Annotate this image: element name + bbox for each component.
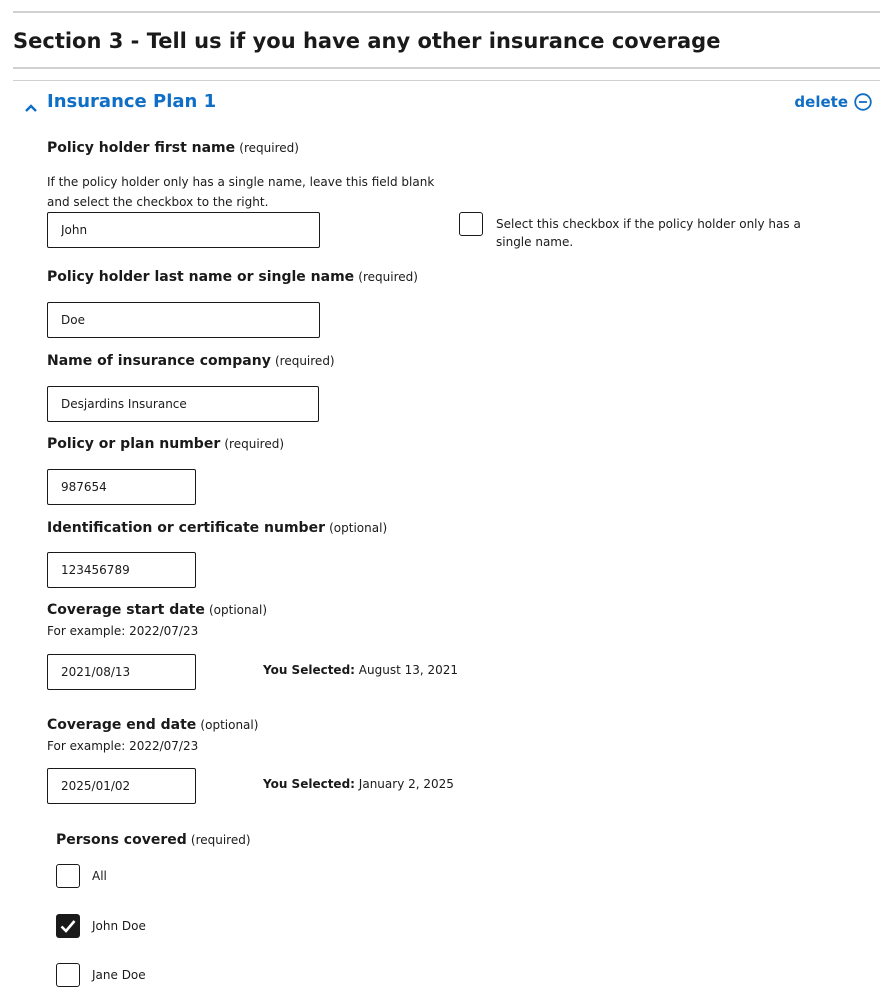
policy-number-label: Policy or plan number (required): [47, 436, 285, 452]
plan-accordion-header: Insurance Plan 1 delete: [13, 88, 880, 118]
top-divider: [13, 11, 880, 13]
person-label-john-doe: John Doe: [92, 919, 146, 933]
checkmark-icon: [60, 920, 76, 933]
delete-label: delete: [794, 93, 848, 111]
first-name-help: If the policy holder only has a single n…: [47, 175, 435, 209]
section-title: Section 3 - Tell us if you have any othe…: [13, 29, 721, 53]
persons-covered-label: Persons covered (required): [56, 832, 251, 848]
plan-divider: [13, 80, 880, 81]
first-name-field[interactable]: [47, 212, 320, 248]
last-name-field[interactable]: [47, 302, 320, 338]
start-date-example: For example: 2022/07/23: [47, 624, 199, 638]
end-date-example: For example: 2022/07/23: [47, 739, 199, 753]
single-name-checkbox-label: Select this checkbox if the policy holde…: [496, 217, 801, 249]
delete-plan-button[interactable]: delete: [794, 93, 872, 111]
certificate-number-field[interactable]: [47, 552, 196, 588]
plan-title[interactable]: Insurance Plan 1: [47, 91, 216, 112]
first-name-label: Policy holder first name (required): [47, 140, 299, 156]
end-date-selected: You Selected: January 2, 2025: [263, 777, 454, 791]
person-label-all: All: [92, 869, 107, 883]
start-date-field[interactable]: [47, 654, 196, 690]
end-date-label: Coverage end date (optional): [47, 717, 259, 733]
person-checkbox-jane-doe[interactable]: [56, 963, 80, 987]
chevron-up-icon[interactable]: [24, 98, 38, 112]
certificate-number-label: Identification or certificate number (op…: [47, 520, 388, 536]
last-name-label: Policy holder last name or single name (…: [47, 269, 418, 285]
policy-number-field[interactable]: [47, 469, 196, 505]
start-date-selected: You Selected: August 13, 2021: [263, 663, 459, 677]
person-label-jane-doe: Jane Doe: [92, 968, 146, 982]
section-divider: [13, 67, 880, 69]
company-field[interactable]: [47, 386, 319, 422]
end-date-field[interactable]: [47, 768, 196, 804]
single-name-checkbox[interactable]: [459, 212, 483, 236]
person-checkbox-all[interactable]: [56, 864, 80, 888]
start-date-label: Coverage start date (optional): [47, 602, 267, 618]
minus-circle-icon: [854, 93, 872, 111]
person-checkbox-john-doe[interactable]: [56, 914, 80, 938]
company-label: Name of insurance company (required): [47, 353, 335, 369]
